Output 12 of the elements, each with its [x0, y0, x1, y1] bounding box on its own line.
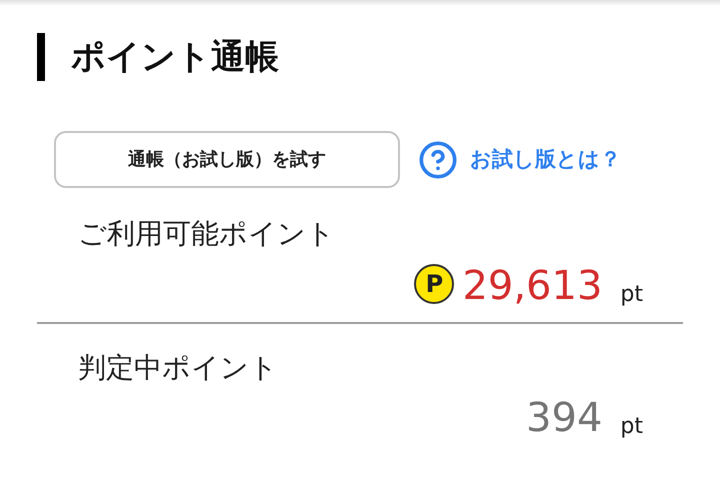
points-value: 29,613	[462, 266, 602, 306]
page-title: ポイント通帳	[71, 40, 279, 74]
trial-button[interactable]: 通帳（お試し版）を試す	[54, 131, 400, 188]
points-label: 判定中ポイント	[78, 350, 279, 386]
points-value: 394	[526, 398, 602, 438]
points-unit: pt	[620, 284, 643, 306]
help-link[interactable]: お試し版とは？	[418, 140, 621, 180]
help-icon	[418, 140, 458, 180]
heading-bar	[37, 33, 45, 81]
point-coin-icon: P	[414, 264, 454, 304]
points-unit: pt	[620, 416, 643, 438]
points-label: ご利用可能ポイント	[78, 216, 336, 252]
